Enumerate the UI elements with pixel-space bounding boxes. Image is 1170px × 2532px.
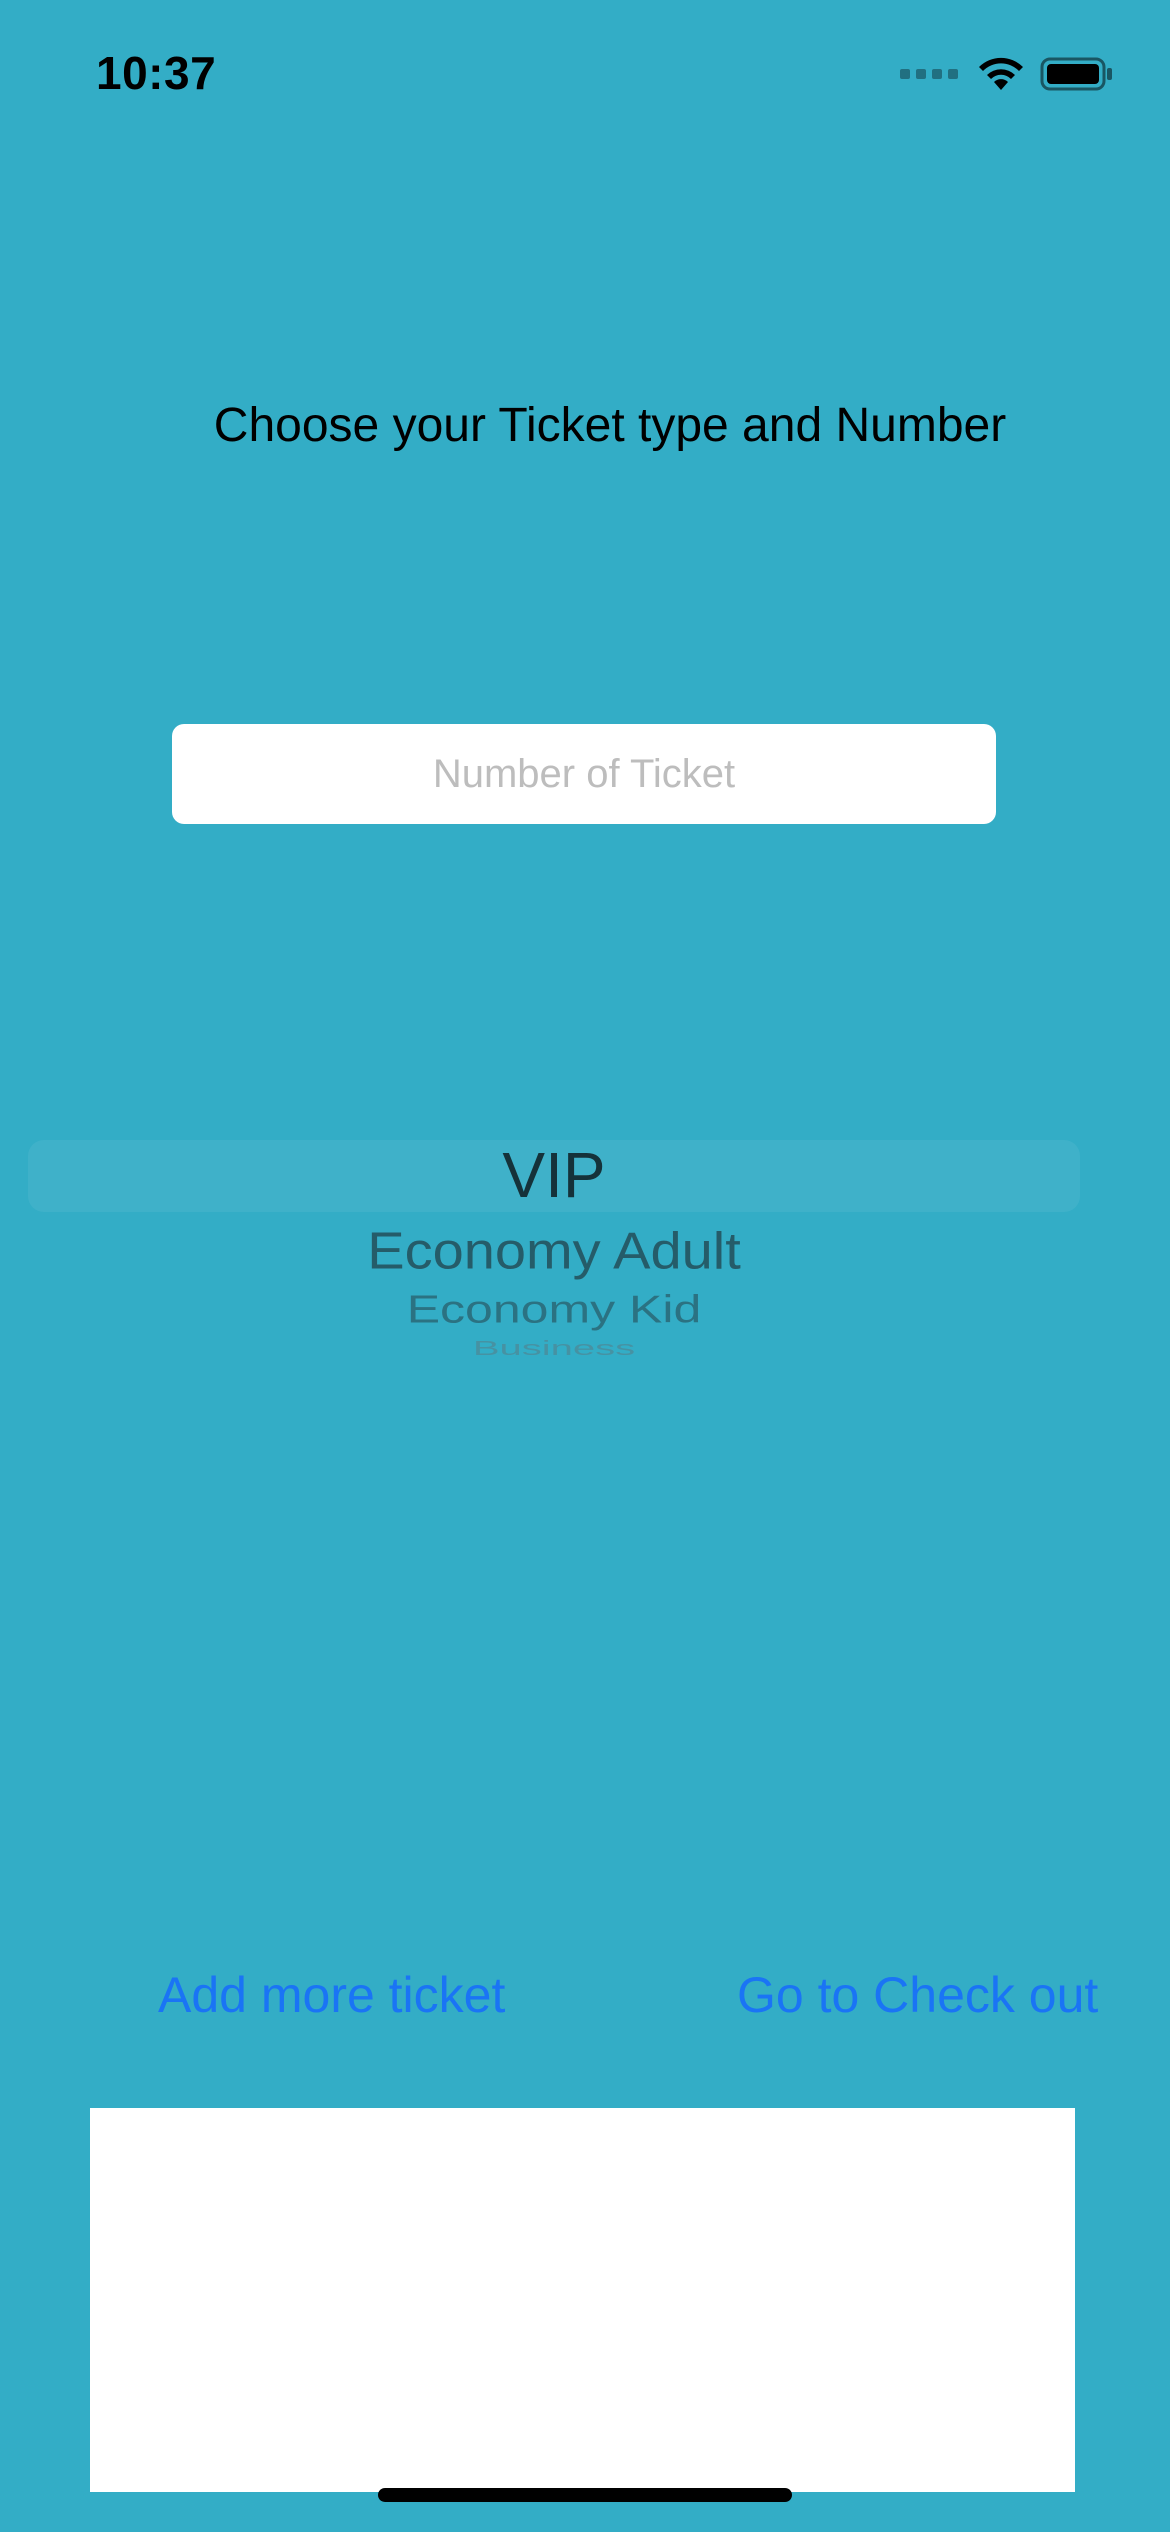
ticket-number-input[interactable]	[172, 724, 996, 824]
status-icons	[900, 56, 1114, 92]
picker-option[interactable]: Economy Adult	[28, 1220, 1080, 1280]
page-title: Choose your Ticket type and Number	[213, 399, 1007, 452]
status-time: 10:37	[96, 47, 217, 99]
battery-icon	[1040, 57, 1112, 91]
home-indicator[interactable]	[378, 2488, 792, 2502]
wifi-icon	[979, 57, 1023, 90]
picker-option[interactable]: Economy Kid	[28, 1286, 1080, 1331]
go-to-checkout-button[interactable]: Go to Check out	[737, 1966, 1098, 2024]
ticket-type-picker[interactable]: VIP Economy Adult Economy Kid Business	[28, 1100, 1080, 1400]
picker-option[interactable]: Business	[28, 1337, 1080, 1360]
add-more-ticket-button[interactable]: Add more ticket	[158, 1966, 505, 2024]
status-bar: 10:37	[0, 0, 1170, 140]
cellular-signal-icon	[900, 69, 958, 79]
picker-option-selected[interactable]: VIP	[28, 1138, 1080, 1212]
ticket-summary-panel	[90, 2108, 1075, 2492]
